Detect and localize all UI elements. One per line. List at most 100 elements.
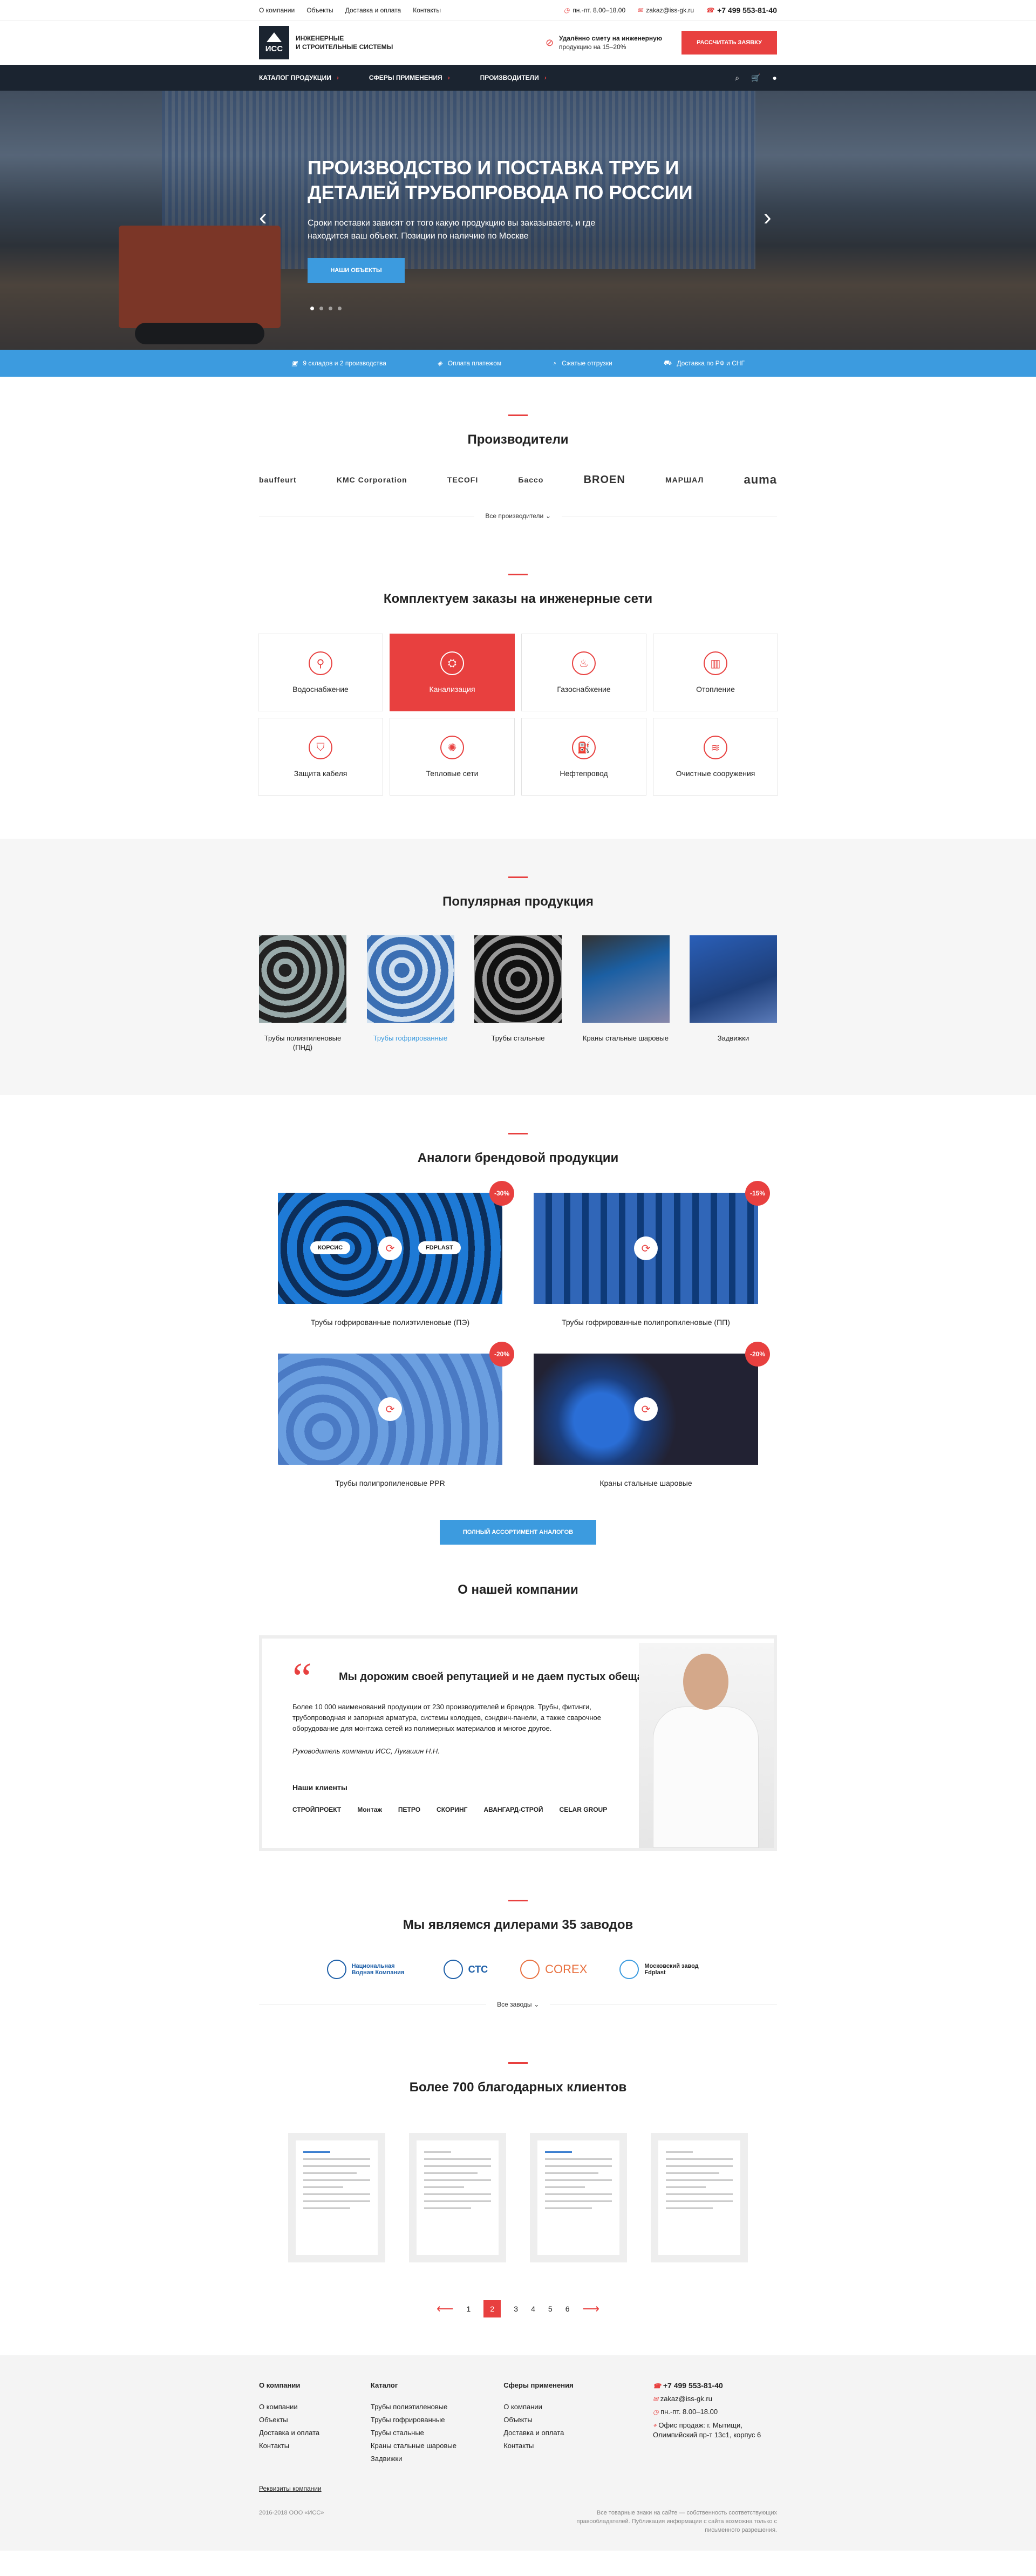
network-card[interactable]: ⛉ Защита кабеля <box>258 718 383 796</box>
quote-icon: “ <box>292 1655 312 1702</box>
more-label: Все производители <box>485 512 544 520</box>
dealer-logo[interactable]: Национальная Водная Компания <box>326 1960 411 1979</box>
client-logo: АВАНГАРД-СТРОЙ <box>483 1806 543 1813</box>
calc-order-button[interactable]: Рассчитать заявку <box>681 31 777 55</box>
product-card[interactable]: Краны стальные шаровые <box>582 935 670 1052</box>
network-card[interactable]: ⚲ Водоснабжение <box>258 634 383 711</box>
top-link-about[interactable]: О компании <box>259 6 295 14</box>
analog-card[interactable]: ⟳ -15% Трубы гофрированные полипропилено… <box>534 1181 770 1327</box>
truck-icon: ⛟ <box>663 359 672 366</box>
nav-manufacturers[interactable]: Производители › <box>480 74 547 81</box>
network-card[interactable]: ♨ Газоснабжение <box>521 634 646 711</box>
product-card[interactable]: Трубы стальные <box>474 935 562 1052</box>
percent-icon: ⊘ <box>545 37 554 48</box>
footer-link[interactable]: О компании <box>503 2401 621 2414</box>
user-icon[interactable]: ● <box>773 73 777 83</box>
slider-next-icon[interactable]: › <box>764 204 772 231</box>
search-icon[interactable]: ⌕ <box>735 73 739 83</box>
footer-email[interactable]: zakaz@iss-gk.ru <box>660 2395 712 2403</box>
page-link-current[interactable]: 2 <box>483 2300 501 2317</box>
nav-applications[interactable]: Сферы применения › <box>369 74 450 81</box>
slider-dot[interactable] <box>338 307 342 310</box>
arrow-right-icon[interactable]: ⟶ <box>582 2302 599 2316</box>
footer-link[interactable]: Объекты <box>503 2414 621 2427</box>
manufacturers-section: Производители bauffeurt KMC Corporation … <box>0 377 1036 520</box>
dealer-logo[interactable]: СТС <box>443 1960 488 1979</box>
sewer-icon: ⛭ <box>440 651 464 675</box>
arrow-left-icon[interactable]: ⟵ <box>437 2302 454 2316</box>
page-link[interactable]: 1 <box>467 2305 471 2313</box>
network-card[interactable]: ⛭ Канализация <box>390 634 515 711</box>
requisites-link[interactable]: Реквизиты компании <box>259 2485 777 2492</box>
page-link[interactable]: 6 <box>565 2305 570 2313</box>
thank-letter[interactable] <box>409 2133 506 2262</box>
email-text[interactable]: zakaz@iss-gk.ru <box>646 6 694 14</box>
footer-link[interactable]: Контакты <box>259 2439 371 2452</box>
footer-link[interactable]: Задвижки <box>371 2452 503 2465</box>
email-info[interactable]: ✉ zakaz@iss-gk.ru <box>637 6 694 14</box>
dealer-emblem <box>619 1960 639 1979</box>
top-link-delivery[interactable]: Доставка и оплата <box>345 6 401 14</box>
brand-logo[interactable]: auma <box>744 473 776 487</box>
network-card[interactable]: ⛽ Нефтепровод <box>521 718 646 796</box>
page-link[interactable]: 5 <box>548 2305 553 2313</box>
product-card[interactable]: Трубы полиэтиленовые (ПНД) <box>259 935 346 1052</box>
slider-prev-icon[interactable]: ‹ <box>259 204 267 231</box>
dealer-logo[interactable]: Московский завод Fdplast <box>619 1960 709 1979</box>
nav-catalog[interactable]: Каталог продукции › <box>259 74 339 81</box>
about-title: О нашей компании <box>458 1582 578 1597</box>
brand-logo[interactable]: KMC Corporation <box>337 475 407 484</box>
product-card[interactable]: Задвижки <box>690 935 777 1052</box>
top-link-contacts[interactable]: Контакты <box>413 6 441 14</box>
analog-card[interactable]: ⟳ -20% Трубы полипропиленовые PPR <box>278 1342 514 1487</box>
footer-link[interactable]: Трубы полиэтиленовые <box>371 2401 503 2414</box>
feature-label: 9 складов и 2 производства <box>303 359 386 367</box>
phone-text[interactable]: +7 499 553-81-40 <box>717 6 777 15</box>
brand-logo[interactable]: Бассо <box>518 475 543 484</box>
thank-letter[interactable] <box>651 2133 748 2262</box>
brand-logo[interactable]: BROEN <box>584 474 625 486</box>
page-link[interactable]: 3 <box>514 2305 518 2313</box>
popular-section: Популярная продукция Трубы полиэтиленовы… <box>0 839 1036 1095</box>
footer-phone[interactable]: +7 499 553-81-40 <box>663 2381 723 2390</box>
brand-logo[interactable]: bauffeurt <box>259 475 297 484</box>
analog-label: Трубы полипропиленовые PPR <box>335 1479 445 1487</box>
footer-link[interactable]: Доставка и оплата <box>503 2427 621 2439</box>
footer-link[interactable]: Краны стальные шаровые <box>371 2439 503 2452</box>
dealer-emblem <box>443 1960 463 1979</box>
all-manufacturers-link[interactable]: Все производители ⌄ <box>259 512 777 520</box>
page-link[interactable]: 4 <box>531 2305 535 2313</box>
slider-dot[interactable] <box>319 307 323 310</box>
product-label: Трубы гофрированные <box>373 1034 448 1042</box>
our-objects-button[interactable]: Наши объекты <box>308 258 405 283</box>
footer-link[interactable]: О компании <box>259 2401 371 2414</box>
brand-logo[interactable]: МАРШАЛ <box>665 475 704 484</box>
analog-card[interactable]: ⟳ -20% Краны стальные шаровые <box>534 1342 770 1487</box>
network-card[interactable]: ≋ Очистные сооружения <box>653 718 778 796</box>
slider-dot[interactable] <box>310 307 314 310</box>
top-link-objects[interactable]: Объекты <box>306 6 333 14</box>
all-analogs-button[interactable]: Полный ассортимент аналогов <box>440 1520 596 1545</box>
analog-card[interactable]: КОРСИС FDPLAST ⟳ -30% Трубы гофрированны… <box>278 1181 514 1327</box>
brand-logo[interactable]: TECOFI <box>447 475 478 484</box>
footer-link[interactable]: Трубы гофрированные <box>371 2414 503 2427</box>
cart-icon[interactable]: 🛒 <box>751 73 760 83</box>
product-card[interactable]: Трубы гофрированные <box>366 935 454 1052</box>
slider-dot[interactable] <box>329 307 332 310</box>
nav-applications-label: Сферы применения <box>369 74 442 81</box>
footer-link[interactable]: Объекты <box>259 2414 371 2427</box>
logo[interactable]: ИСС Инженерные и строительные системы <box>259 26 546 59</box>
analogs-title: Аналоги брендовой продукции <box>417 1151 619 1165</box>
footer-link[interactable]: Контакты <box>503 2439 621 2452</box>
footer-link[interactable]: Доставка и оплата <box>259 2427 371 2439</box>
footer-link[interactable]: Трубы стальные <box>371 2427 503 2439</box>
dealer-logo[interactable]: COREX <box>520 1960 587 1979</box>
thank-letter[interactable] <box>530 2133 627 2262</box>
all-factories-link[interactable]: Все заводы ⌄ <box>259 2001 777 2008</box>
network-card[interactable]: ▥ Отопление <box>653 634 778 711</box>
copyright: 2016-2018 ООО «ИСС» <box>259 2510 324 2516</box>
network-card[interactable]: ✺ Тепловые сети <box>390 718 515 796</box>
phone-info[interactable]: ☎ +7 499 553-81-40 <box>706 6 777 15</box>
feature-payment: ◈ Оплата платежом <box>438 359 502 367</box>
thank-letter[interactable] <box>288 2133 385 2262</box>
